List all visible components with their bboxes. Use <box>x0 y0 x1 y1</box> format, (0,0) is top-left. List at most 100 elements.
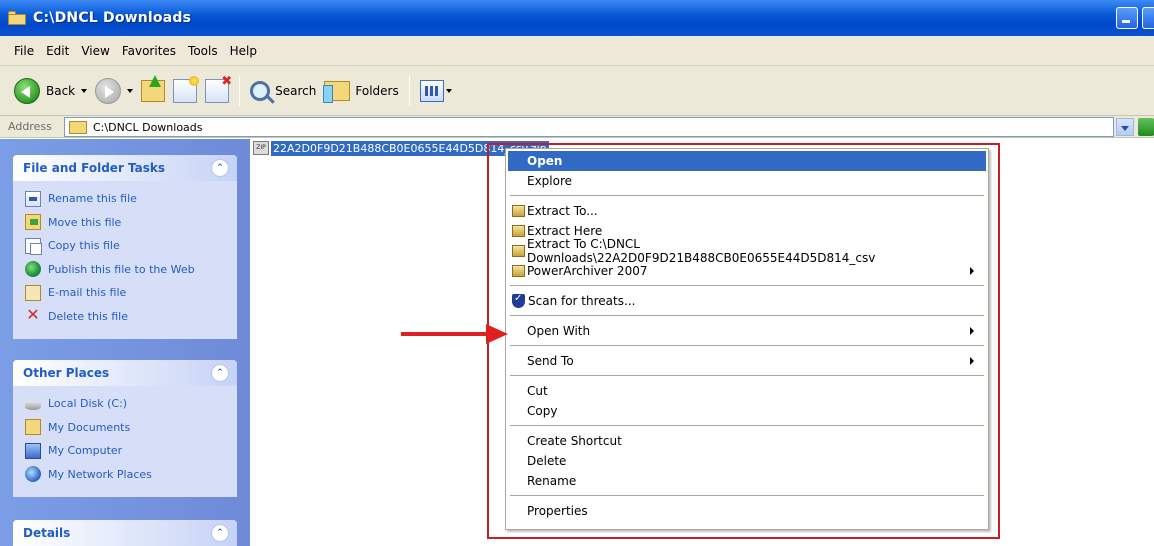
task-label: Publish this file to the Web <box>48 262 195 276</box>
place-label: My Documents <box>48 420 131 434</box>
task-delete-file[interactable]: ✕ Delete this file <box>25 305 227 329</box>
menu-label: PowerArchiver 2007 <box>527 264 648 278</box>
task-label: Move this file <box>48 215 122 229</box>
back-button[interactable]: Back <box>10 73 91 109</box>
menu-open-with[interactable]: Open With <box>508 321 986 341</box>
menu-extract-to-folder[interactable]: Extract To C:\DNCL Downloads\22A2D0F9D21… <box>508 237 986 265</box>
menu-favorites[interactable]: Favorites <box>116 44 182 58</box>
task-label: Copy this file <box>48 239 120 253</box>
task-move-file[interactable]: Move this file <box>25 211 227 235</box>
menu-edit[interactable]: Edit <box>40 44 75 58</box>
my-documents-icon <box>25 419 41 436</box>
menu-copy[interactable]: Copy <box>508 401 986 421</box>
move-to-icon <box>173 75 200 103</box>
task-label: E-mail this file <box>48 286 127 300</box>
toolbar: Back Search Folders <box>0 66 1154 116</box>
menu-separator <box>510 345 984 346</box>
forward-button[interactable] <box>91 73 137 109</box>
title-bar: C:\DNCL Downloads <box>0 0 1154 36</box>
menu-powerarchiver[interactable]: PowerArchiver 2007 <box>508 261 986 281</box>
panel-title: Details <box>23 526 71 540</box>
collapse-chevron-icon[interactable]: ⌃ <box>211 159 229 177</box>
task-label: Rename this file <box>48 192 137 206</box>
address-dropdown-button[interactable] <box>1116 118 1134 136</box>
menu-explore[interactable]: Explore <box>508 171 986 191</box>
place-label: My Computer <box>48 444 123 458</box>
copy-icon <box>25 237 42 255</box>
local-disk-icon <box>25 401 41 411</box>
move-icon <box>25 214 41 231</box>
back-arrow-icon <box>14 77 40 104</box>
forward-dropdown-icon[interactable] <box>127 88 134 93</box>
folders-icon <box>323 80 351 103</box>
back-dropdown-icon[interactable] <box>81 88 88 93</box>
context-menu: Open Explore Extract To... Extract Here … <box>505 148 989 530</box>
menu-tools[interactable]: Tools <box>182 44 224 58</box>
folders-button[interactable]: Folders <box>320 73 402 109</box>
address-bar: Address C:\DNCL Downloads <box>0 116 1154 138</box>
task-email-file[interactable]: E-mail this file <box>25 281 227 305</box>
menu-create-shortcut[interactable]: Create Shortcut <box>508 431 986 451</box>
panel-title: File and Folder Tasks <box>23 161 166 175</box>
menu-scan-threats[interactable]: Scan for threats... <box>508 291 986 311</box>
collapse-chevron-icon[interactable]: ⌃ <box>211 524 229 542</box>
menu-separator <box>510 195 984 196</box>
place-label: My Network Places <box>48 467 152 481</box>
rename-icon <box>25 190 41 207</box>
views-button[interactable] <box>416 73 456 109</box>
menu-send-to[interactable]: Send To <box>508 351 986 371</box>
menu-separator <box>510 495 984 496</box>
menu-label: Scan for threats... <box>528 294 636 308</box>
go-button[interactable] <box>1138 118 1154 136</box>
archive-icon <box>512 225 525 237</box>
up-folder-icon <box>141 74 166 102</box>
menu-separator <box>510 285 984 286</box>
email-icon <box>25 284 41 301</box>
menu-delete[interactable]: Delete <box>508 451 986 471</box>
menu-help[interactable]: Help <box>224 44 263 58</box>
antivirus-shield-icon <box>512 293 525 308</box>
task-publish-web[interactable]: Publish this file to the Web <box>25 258 227 282</box>
delete-toolbar-icon <box>205 74 232 103</box>
move-to-button[interactable] <box>169 73 201 109</box>
back-label: Back <box>46 83 76 98</box>
views-icon <box>419 79 444 102</box>
search-button[interactable]: Search <box>246 73 320 109</box>
menu-cut[interactable]: Cut <box>508 381 986 401</box>
place-my-documents[interactable]: My Documents <box>25 416 227 440</box>
file-folder-tasks-header[interactable]: File and Folder Tasks ⌃ <box>13 155 237 181</box>
task-rename-file[interactable]: Rename this file <box>25 187 227 211</box>
maximize-button[interactable] <box>1142 7 1154 29</box>
delete-button[interactable] <box>201 73 233 109</box>
menu-open[interactable]: Open <box>508 151 986 171</box>
panel-title: Other Places <box>23 366 110 380</box>
menu-rename[interactable]: Rename <box>508 471 986 491</box>
menu-label: Extract To... <box>527 204 598 218</box>
annotation-arrow-head <box>486 324 508 344</box>
details-header[interactable]: Details ⌃ <box>13 520 237 546</box>
place-my-computer[interactable]: My Computer <box>25 439 227 463</box>
menu-file[interactable]: File <box>8 44 40 58</box>
collapse-chevron-icon[interactable]: ⌃ <box>211 364 229 382</box>
menu-extract-to[interactable]: Extract To... <box>508 201 986 221</box>
minimize-button[interactable] <box>1116 7 1138 29</box>
delete-icon: ✕ <box>26 305 40 325</box>
window-title: C:\DNCL Downloads <box>33 10 192 26</box>
task-pane: File and Folder Tasks ⌃ Rename this file… <box>0 139 250 546</box>
archive-icon <box>512 265 525 277</box>
up-folder-button[interactable] <box>137 73 169 109</box>
place-network-places[interactable]: My Network Places <box>25 463 227 487</box>
menu-separator <box>510 315 984 316</box>
place-label: Local Disk (C:) <box>48 397 128 411</box>
other-places-header[interactable]: Other Places ⌃ <box>13 360 237 386</box>
zip-file-icon: ZIP <box>253 141 269 155</box>
menu-view[interactable]: View <box>75 44 115 58</box>
folder-icon <box>8 11 26 25</box>
annotation-arrow <box>401 332 489 336</box>
menu-properties[interactable]: Properties <box>508 501 986 521</box>
place-local-disk[interactable]: Local Disk (C:) <box>25 392 227 416</box>
views-dropdown-icon[interactable] <box>445 88 452 93</box>
task-copy-file[interactable]: Copy this file <box>25 234 227 258</box>
address-input[interactable]: C:\DNCL Downloads <box>64 117 1114 137</box>
archive-icon <box>512 245 525 257</box>
